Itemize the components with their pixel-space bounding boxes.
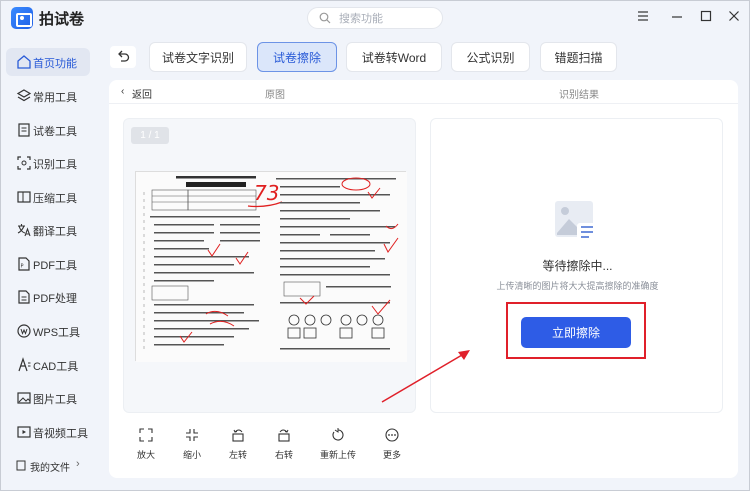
status-text: 等待擦除中... bbox=[542, 259, 613, 273]
undo-button[interactable] bbox=[110, 46, 136, 68]
maximize-icon[interactable] bbox=[699, 9, 713, 23]
image-placeholder-icon bbox=[555, 201, 597, 241]
toolbar-label: 左转 bbox=[228, 450, 247, 460]
sidebar-item-recognition-tools[interactable]: 识别工具 bbox=[6, 149, 90, 177]
title-bar: 拍试卷 bbox=[0, 0, 750, 38]
sidebar-item-label: CAD工具 bbox=[33, 361, 79, 373]
sidebar-item-wps-tools[interactable]: WPS工具 bbox=[6, 317, 90, 345]
menu-icon[interactable] bbox=[636, 9, 650, 23]
toolbar-label: 更多 bbox=[382, 450, 401, 460]
toolbar-label: 右转 bbox=[274, 450, 293, 460]
main-panel: ‹ 返回 原图 识别结果 1 / 1 73 等待擦除中... 上传清晰的图片将大… bbox=[109, 80, 738, 478]
more-button[interactable]: 更多 bbox=[374, 428, 410, 466]
sidebar-item-label: PDF处理 bbox=[33, 293, 77, 305]
sidebar-item-common-tools[interactable]: 常用工具 bbox=[6, 82, 90, 110]
sidebar-item-label: 识别工具 bbox=[33, 159, 77, 171]
sidebar-item-translate-tools[interactable]: 翻译工具 bbox=[6, 216, 90, 244]
tab-exam-erase[interactable]: 试卷擦除 bbox=[257, 42, 337, 72]
app-title: 拍试卷 bbox=[39, 11, 85, 28]
sidebar-item-pdf-tools[interactable]: P PDF工具 bbox=[6, 250, 90, 278]
pdf-icon: P bbox=[18, 257, 30, 271]
chevron-right-icon: › bbox=[76, 458, 80, 470]
pdf-process-icon bbox=[18, 290, 30, 304]
scan-icon bbox=[17, 156, 31, 170]
score-annotation: 73 bbox=[254, 181, 279, 205]
tab-exam-text-recognition[interactable]: 试卷文字识别 bbox=[149, 42, 247, 72]
svg-text:P: P bbox=[21, 264, 24, 270]
tab-wrong-question-scan[interactable]: 错题扫描 bbox=[540, 42, 617, 72]
sidebar-item-av-tools[interactable]: 音视频工具 bbox=[6, 418, 90, 446]
toolbar-label: 缩小 bbox=[182, 450, 201, 460]
original-preview-pane: 1 / 1 73 bbox=[123, 118, 416, 413]
cad-icon bbox=[18, 357, 31, 372]
undo-icon bbox=[118, 50, 130, 62]
zoom-in-icon bbox=[139, 428, 153, 442]
search-icon bbox=[319, 12, 331, 24]
original-image-heading: 原图 bbox=[265, 90, 285, 101]
video-icon bbox=[17, 426, 31, 438]
page-indicator: 1 / 1 bbox=[131, 127, 169, 144]
image-icon bbox=[17, 392, 31, 404]
my-files-label: 我的文件 bbox=[30, 463, 70, 474]
more-icon bbox=[385, 428, 399, 442]
sidebar-item-label: 压缩工具 bbox=[33, 193, 77, 205]
sidebar-item-exam-tools[interactable]: 试卷工具 bbox=[6, 116, 90, 144]
home-icon bbox=[17, 55, 31, 69]
upload-hint: 上传清晰的图片将大大提高擦除的准确度 bbox=[496, 281, 659, 291]
layers-icon bbox=[16, 89, 32, 102]
wps-icon bbox=[17, 324, 31, 338]
rotate-right-icon bbox=[278, 429, 290, 442]
zoom-in-button[interactable]: 放大 bbox=[128, 428, 164, 466]
document-icon bbox=[18, 123, 30, 137]
translate-icon bbox=[17, 224, 31, 237]
panel-header: ‹ 返回 原图 识别结果 bbox=[109, 80, 738, 104]
app-logo-icon bbox=[11, 7, 33, 29]
result-heading: 识别结果 bbox=[559, 90, 599, 101]
file-icon bbox=[16, 460, 26, 471]
close-icon[interactable] bbox=[727, 9, 741, 23]
rotate-right-button[interactable]: 右转 bbox=[266, 428, 302, 466]
sidebar-item-label: 翻译工具 bbox=[33, 226, 77, 238]
rotate-left-icon bbox=[232, 429, 244, 442]
search-box[interactable] bbox=[307, 7, 443, 29]
sidebar-item-label: 图片工具 bbox=[33, 394, 77, 406]
toolbar-label: 重新上传 bbox=[319, 450, 356, 460]
sidebar-item-label: 常用工具 bbox=[33, 92, 77, 104]
rotate-left-button[interactable]: 左转 bbox=[220, 428, 256, 466]
sidebar-item-cad-tools[interactable]: CAD工具 bbox=[6, 351, 90, 379]
sidebar-item-home[interactable]: 首页功能 bbox=[6, 48, 90, 76]
chevron-left-icon: ‹ bbox=[121, 86, 125, 97]
minimize-icon[interactable] bbox=[670, 9, 684, 23]
compress-icon bbox=[17, 191, 31, 203]
sidebar-item-label: PDF工具 bbox=[33, 260, 77, 272]
exam-paper-image: 73 bbox=[135, 171, 407, 362]
sidebar-item-label: WPS工具 bbox=[33, 327, 81, 339]
erase-now-button[interactable]: 立即擦除 bbox=[521, 317, 631, 348]
zoom-out-button[interactable]: 缩小 bbox=[174, 428, 210, 466]
sidebar-item-pdf-process[interactable]: PDF处理 bbox=[6, 283, 90, 311]
sidebar-item-label: 首页功能 bbox=[33, 58, 77, 70]
tab-formula-recognition[interactable]: 公式识别 bbox=[451, 42, 530, 72]
tab-exam-to-word[interactable]: 试卷转Word bbox=[346, 42, 442, 72]
exam-paper-graphic: 73 bbox=[136, 172, 407, 362]
search-input[interactable] bbox=[339, 11, 435, 26]
sidebar-item-image-tools[interactable]: 图片工具 bbox=[6, 384, 90, 412]
reupload-icon bbox=[332, 428, 344, 441]
sidebar-item-compress-tools[interactable]: 压缩工具 bbox=[6, 183, 90, 211]
zoom-out-icon bbox=[186, 429, 198, 441]
reupload-button[interactable]: 重新上传 bbox=[320, 428, 356, 466]
toolbar-label: 放大 bbox=[136, 450, 155, 460]
sidebar-item-label: 试卷工具 bbox=[33, 126, 77, 138]
back-label: 返回 bbox=[132, 90, 152, 101]
result-pane: 等待擦除中... 上传清晰的图片将大大提高擦除的准确度 立即擦除 bbox=[430, 118, 723, 413]
sidebar: 首页功能 常用工具 试卷工具 识别工具 压缩工具 翻译工具 P PDF工具 PD… bbox=[0, 38, 96, 491]
sidebar-item-label: 音视频工具 bbox=[33, 428, 88, 440]
